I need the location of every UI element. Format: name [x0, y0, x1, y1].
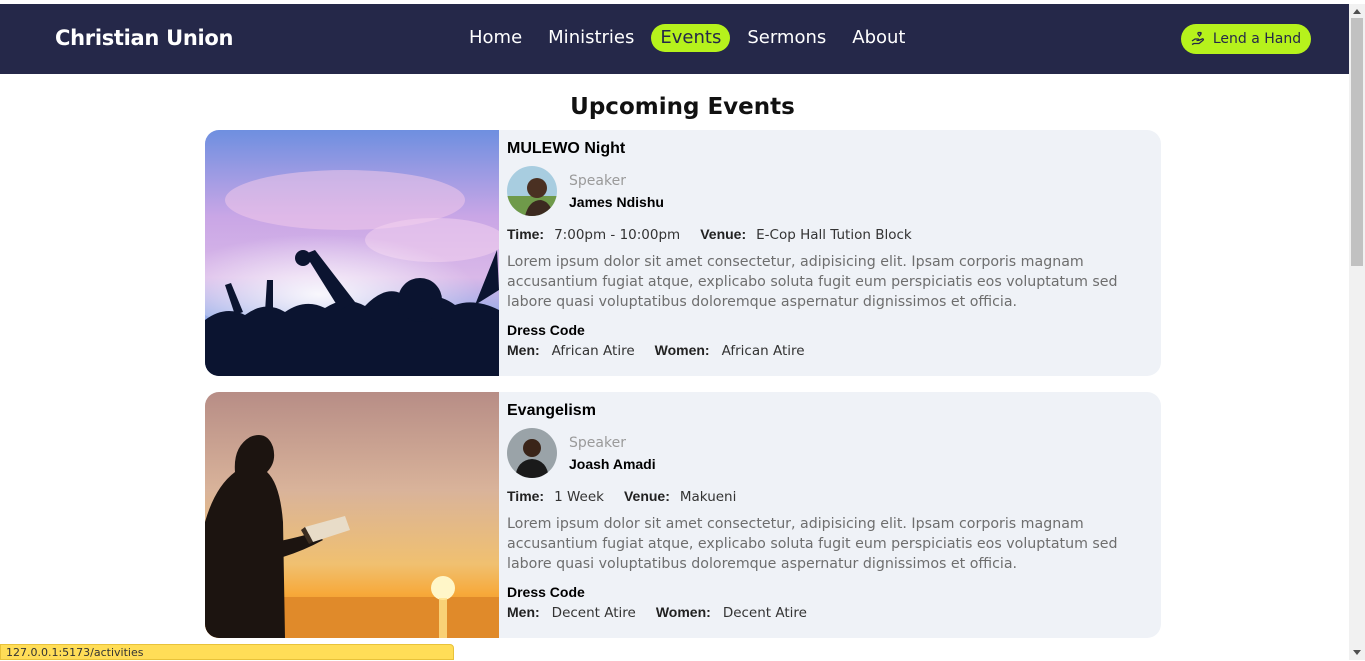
dress-code-heading: Dress Code	[507, 584, 585, 600]
speaker-name: Joash Amadi	[569, 456, 656, 472]
lend-a-hand-button[interactable]: Lend a Hand	[1181, 24, 1311, 54]
scroll-up-arrow-icon[interactable]	[1353, 9, 1361, 14]
event-title: MULEWO Night	[507, 140, 626, 157]
event-description: Lorem ipsum dolor sit amet consectetur, …	[507, 516, 1118, 572]
page-title: Upcoming Events	[570, 94, 795, 120]
men-label: Men:	[507, 604, 540, 620]
event-description: Lorem ipsum dolor sit amet consectetur, …	[507, 254, 1118, 310]
men-label: Men:	[507, 342, 540, 358]
dress-code-heading: Dress Code	[507, 322, 585, 338]
page-scrollbar[interactable]	[1349, 4, 1365, 660]
event-image-sunset-bible	[205, 392, 499, 638]
scroll-thumb[interactable]	[1351, 18, 1363, 266]
women-label: Women:	[654, 342, 710, 358]
venue-label: Venue:	[623, 488, 670, 504]
link-status-bar: 127.0.0.1:5173/activities	[0, 644, 454, 660]
main-nav: Home Ministries Events Sermons About	[460, 24, 922, 52]
speaker-avatar	[507, 428, 557, 478]
time-label: Time:	[507, 488, 545, 504]
event-details: Evangelism Speaker Joash Amadi Time: 1 We…	[507, 392, 1141, 638]
lend-a-hand-label: Lend a Hand	[1212, 31, 1302, 47]
women-attire: African Atire	[721, 343, 805, 359]
men-attire: African Atire	[551, 343, 635, 359]
navbar: Christian Union Home Ministries Events S…	[0, 4, 1349, 74]
event-venue: Makueni	[679, 489, 737, 505]
women-attire: Decent Atire	[722, 605, 807, 621]
time-label: Time:	[507, 226, 545, 242]
event-card: Evangelism Speaker Joash Amadi Time: 1 We…	[205, 392, 1161, 638]
speaker-name: James Ndishu	[569, 194, 664, 210]
hand-heart-icon	[1191, 31, 1204, 46]
event-title: Evangelism	[507, 402, 596, 419]
event-venue: E-Cop Hall Tution Block	[756, 227, 912, 243]
speaker-avatar	[507, 166, 557, 216]
nav-ministries[interactable]: Ministries	[539, 24, 643, 52]
nav-home[interactable]: Home	[460, 24, 531, 52]
dress-code-values: Men: Decent Atire Women: Decent Atire	[507, 604, 807, 621]
scroll-down-arrow-icon[interactable]	[1353, 650, 1361, 655]
dress-code-values: Men: African Atire Women: African Atire	[507, 342, 805, 359]
brand-logo[interactable]: Christian Union	[55, 26, 233, 50]
event-time: 7:00pm - 10:00pm	[554, 227, 681, 243]
nav-sermons[interactable]: Sermons	[738, 24, 835, 52]
women-label: Women:	[655, 604, 711, 620]
speaker-label: Speaker	[569, 173, 626, 189]
event-card: MULEWO Night Speaker James Ndishu Time: 7…	[205, 130, 1161, 376]
event-time: 1 Week	[554, 489, 604, 505]
event-details: MULEWO Night Speaker James Ndishu Time: 7…	[507, 130, 1141, 376]
event-meta: Time: 1 Week Venue: Makueni	[507, 488, 736, 505]
event-meta: Time: 7:00pm - 10:00pm Venue: E-Cop Hall Tu…	[507, 226, 912, 243]
venue-label: Venue:	[700, 226, 747, 242]
nav-about[interactable]: About	[843, 24, 914, 52]
speaker-label: Speaker	[569, 435, 626, 451]
nav-events[interactable]: Events	[651, 24, 731, 52]
men-attire: Decent Atire	[551, 605, 636, 621]
event-image-worship	[205, 130, 499, 376]
